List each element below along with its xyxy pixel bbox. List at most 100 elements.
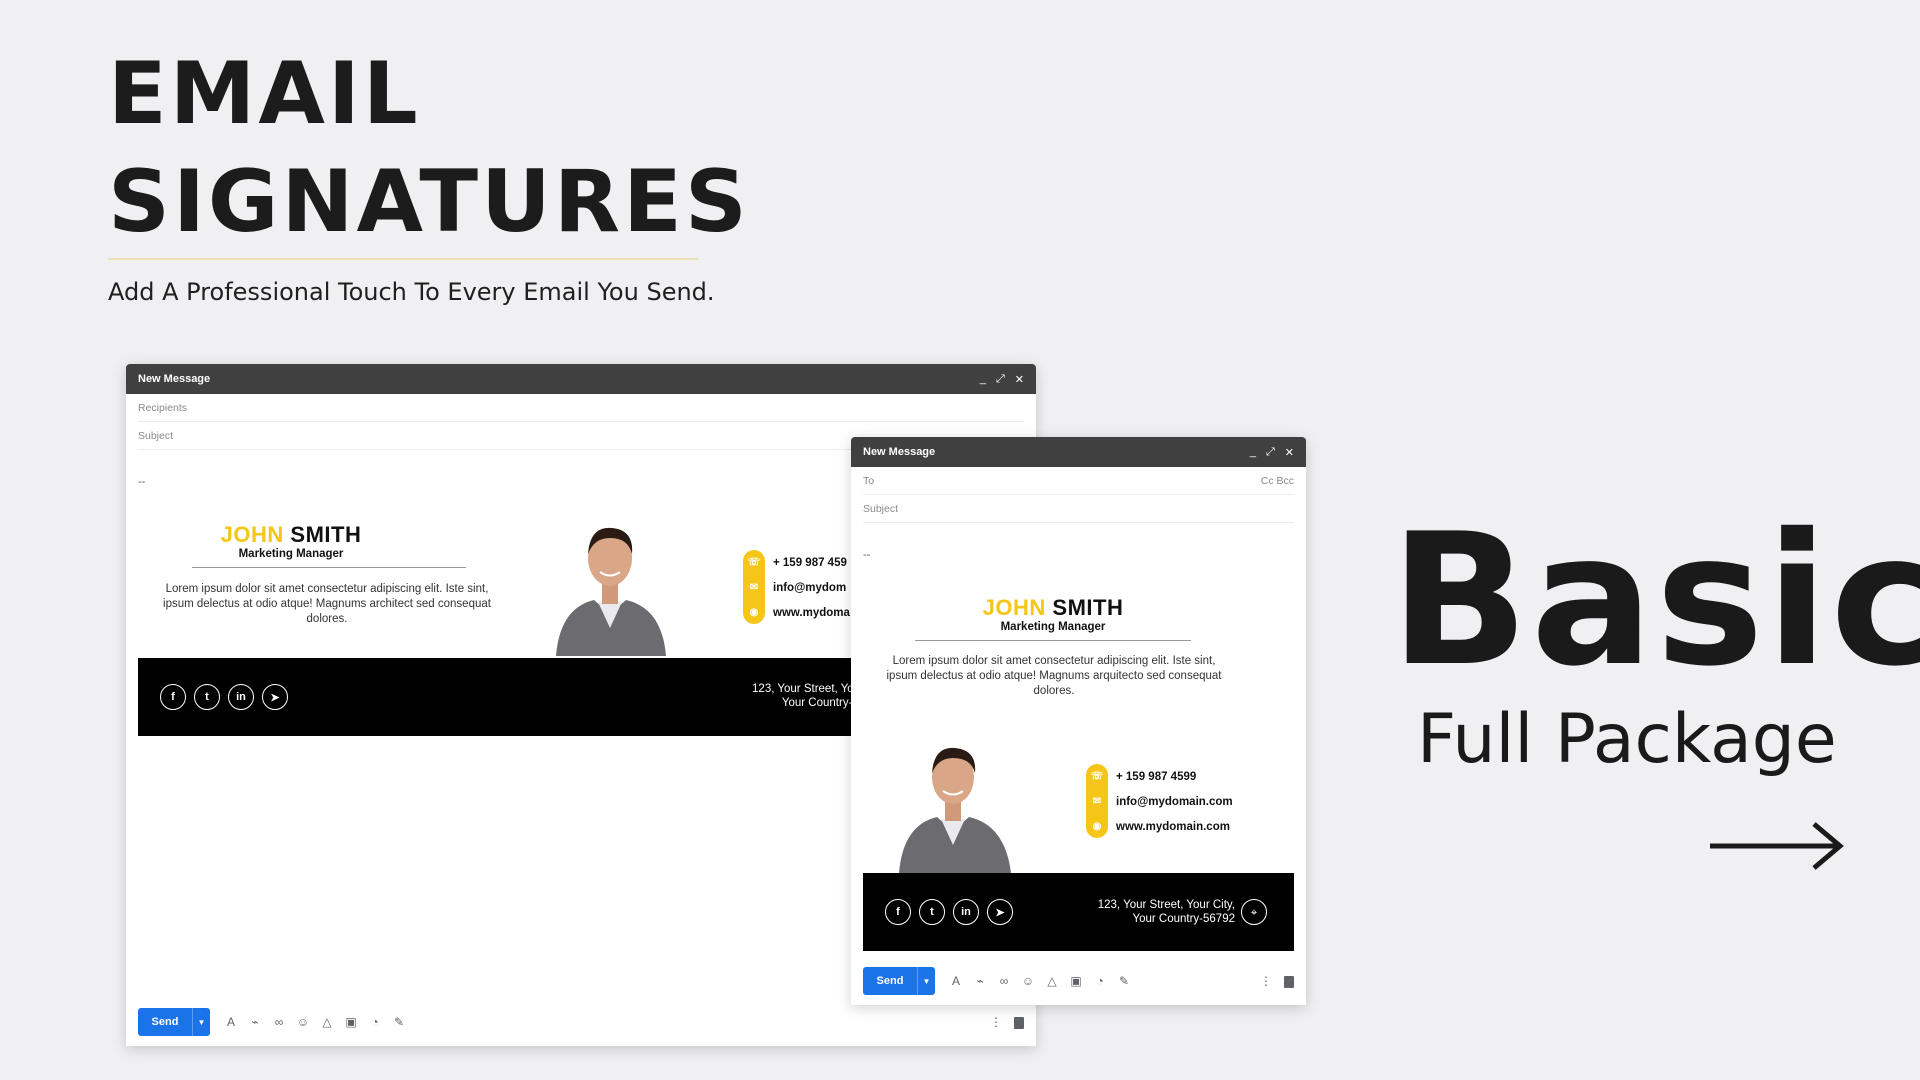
trash-icon[interactable] [1284, 976, 1294, 988]
first-name: JOHN [982, 595, 1046, 620]
telegram-icon[interactable]: ➤ [987, 899, 1013, 925]
compose-title-bar-small[interactable]: New Message _ ⤢ ✕ [851, 437, 1306, 467]
contact-website: ◉ www.mydomain.com [1087, 814, 1233, 839]
facebook-icon[interactable]: f [160, 684, 186, 710]
cc-bcc-link[interactable]: Cc Bcc [1261, 475, 1294, 487]
minimize-icon[interactable]: _ [1250, 446, 1256, 459]
link-icon[interactable]: ∞ [272, 1015, 286, 1029]
signature-pen-icon[interactable]: ✎ [392, 1015, 406, 1029]
address-line2: Your Country-5679 [781, 697, 878, 709]
contact-list: ☏ + 159 987 459 ✉ info@mydom ◉ www.mydoma [744, 550, 850, 625]
linkedin-icon[interactable]: in [953, 899, 979, 925]
photo-icon[interactable]: ▣ [1069, 974, 1083, 988]
phone-icon: ☏ [744, 552, 764, 573]
social-icons-small: f t in ➤ [885, 899, 1013, 925]
contact-website: ◉ www.mydoma [744, 600, 850, 625]
globe-icon: ◉ [1087, 816, 1107, 837]
recipients-placeholder: Recipients [138, 401, 188, 414]
signature-name-small: JOHN SMITH [911, 595, 1195, 621]
toolbar-right: ⋮ [990, 1015, 1024, 1029]
job-title: Marketing Manager [238, 548, 344, 560]
toolbar-right-small: ⋮ [1260, 974, 1294, 988]
facebook-icon[interactable]: f [885, 899, 911, 925]
compose-toolbar-small: Send ▼ A ⌁ ∞ ☺ △ ▣ ◔ ✎ ⋮ [863, 967, 1294, 995]
signature-name: JOHN SMITH [146, 522, 436, 548]
signature-bio: Lorem ipsum dolor sit amet consectetur a… [163, 583, 491, 625]
format-text-icon[interactable]: A [224, 1015, 238, 1029]
last-name: SMITH [290, 522, 362, 547]
address-line1: 123, Your Street, Your Ci [752, 683, 878, 695]
formatting-tools: A ⌁ ∞ ☺ △ ▣ ◔ ✎ [224, 1015, 406, 1029]
social-icons: f t in ➤ [160, 684, 288, 710]
address-small: 123, Your Street, Your City, Your Countr… [1033, 898, 1235, 926]
hero-subtitle: Add A Professional Touch To Every Email … [108, 278, 715, 306]
format-text-icon[interactable]: A [949, 974, 963, 988]
photo-icon[interactable]: ▣ [344, 1015, 358, 1029]
globe-icon: ◉ [744, 602, 764, 623]
portrait-photo-small [899, 747, 1011, 873]
portrait-photo [556, 527, 666, 656]
location-pin-icon: ⌖ [1241, 899, 1267, 925]
subject-placeholder: Subject [138, 429, 174, 442]
address: 123, Your Street, Your Ci Your Country-5… [678, 682, 878, 710]
send-button[interactable]: Send [138, 1008, 192, 1036]
contact-email: ✉ info@mydomain.com [1087, 789, 1233, 814]
contact-phone: ☏ + 159 987 4599 [1087, 764, 1233, 789]
address-line1: 123, Your Street, Your City, [1097, 899, 1235, 911]
signature-bio-small: Lorem ipsum dolor sit amet consectetur a… [886, 655, 1222, 697]
subject-field-small[interactable]: Subject [863, 495, 1294, 523]
to-field[interactable]: To Cc Bcc [863, 467, 1294, 495]
compose-title-bar[interactable]: New Message _ ⤢ ✕ [126, 364, 1036, 394]
website-text: www.mydoma [773, 606, 850, 619]
send-button[interactable]: Send [863, 967, 917, 995]
more-options-icon[interactable]: ⋮ [990, 1015, 1002, 1029]
mail-icon: ✉ [1087, 791, 1107, 812]
last-name: SMITH [1052, 595, 1124, 620]
phone-text: + 159 987 459 [773, 556, 847, 569]
drive-icon[interactable]: △ [320, 1015, 334, 1029]
send-button-group: Send ▼ [138, 1008, 210, 1036]
address-line2: Your Country-56792 [1132, 913, 1235, 925]
package-title: Basic [1390, 494, 1920, 706]
website-text: www.mydomain.com [1116, 820, 1230, 833]
phone-text: + 159 987 4599 [1116, 770, 1197, 783]
signature-separator-small: -- [863, 549, 871, 561]
confidential-icon[interactable]: ◔ [1093, 974, 1107, 988]
signature-footer-small: f t in ➤ 123, Your Street, Your City, Yo… [863, 873, 1294, 951]
send-options-icon[interactable]: ▼ [917, 967, 935, 995]
send-options-icon[interactable]: ▼ [192, 1008, 210, 1036]
confidential-icon[interactable]: ◔ [368, 1015, 382, 1029]
email-text: info@mydom [773, 581, 847, 594]
subject-placeholder-small: Subject [863, 502, 899, 515]
minimize-icon[interactable]: _ [980, 373, 986, 386]
signature-divider-small [915, 640, 1191, 641]
close-icon[interactable]: ✕ [1015, 373, 1024, 386]
attach-icon[interactable]: ⌁ [973, 974, 987, 988]
attach-icon[interactable]: ⌁ [248, 1015, 262, 1029]
signature-divider [192, 567, 466, 568]
emoji-icon[interactable]: ☺ [296, 1015, 310, 1029]
drive-icon[interactable]: △ [1045, 974, 1059, 988]
contact-list-small: ☏ + 159 987 4599 ✉ info@mydomain.com ◉ www.… [1087, 764, 1233, 839]
expand-icon[interactable]: ⤢ [996, 373, 1005, 386]
hero-divider [108, 258, 698, 260]
expand-icon[interactable]: ⤢ [1266, 446, 1275, 459]
send-button-group-small: Send ▼ [863, 967, 935, 995]
first-name: JOHN [220, 522, 284, 547]
job-title-small: Marketing Manager [1000, 621, 1106, 633]
arrow-right-icon [1710, 822, 1844, 870]
signature-pen-icon[interactable]: ✎ [1117, 974, 1131, 988]
hero-title: EMAIL SIGNATURES [108, 40, 750, 256]
compose-title: New Message [138, 373, 211, 385]
telegram-icon[interactable]: ➤ [262, 684, 288, 710]
to-placeholder: To [863, 474, 875, 487]
emoji-icon[interactable]: ☺ [1021, 974, 1035, 988]
twitter-icon[interactable]: t [194, 684, 220, 710]
link-icon[interactable]: ∞ [997, 974, 1011, 988]
close-icon[interactable]: ✕ [1285, 446, 1294, 459]
trash-icon[interactable] [1014, 1017, 1024, 1029]
recipients-field[interactable]: Recipients [138, 394, 1024, 422]
twitter-icon[interactable]: t [919, 899, 945, 925]
linkedin-icon[interactable]: in [228, 684, 254, 710]
more-options-icon[interactable]: ⋮ [1260, 974, 1272, 988]
